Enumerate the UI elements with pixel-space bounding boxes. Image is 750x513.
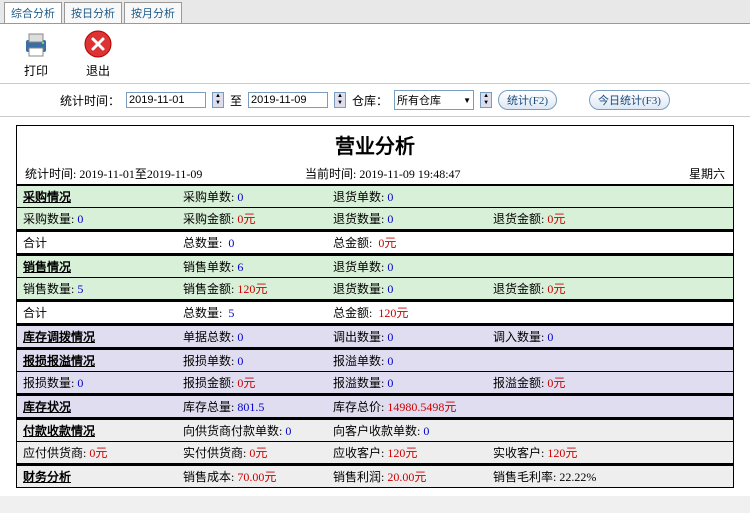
warehouse-select[interactable]: 所有仓库 ▼ bbox=[394, 90, 474, 110]
stat-time-label: 统计时间： bbox=[60, 92, 120, 109]
finance-row: 财务分析 销售成本: 70.00元 销售利润: 20.00元 销售毛利率: 22… bbox=[17, 464, 733, 487]
report: 营业分析 统计时间: 2019-11-01至2019-11-09 当前时间: 2… bbox=[16, 125, 734, 488]
meta-weekday: 星期六 bbox=[665, 165, 725, 182]
stock-header: 库存状况 bbox=[17, 396, 177, 417]
date-from-spinner[interactable]: ▲▼ bbox=[212, 92, 224, 108]
purchase-header: 采购情况 bbox=[17, 186, 177, 207]
warehouse-value: 所有仓库 bbox=[397, 92, 441, 108]
transfer-row: 库存调拨情况 单据总数: 0 调出数量: 0 调入数量: 0 bbox=[17, 324, 733, 348]
print-button[interactable]: 打印 bbox=[20, 28, 52, 79]
purchase-total: 合计 总数量: 0 总金额: 0元 bbox=[17, 230, 733, 254]
tab-bar: 综合分析 按日分析 按月分析 bbox=[0, 0, 750, 24]
lossgain-row1: 报损报溢情况 报损单数: 0 报溢单数: 0 bbox=[17, 348, 733, 372]
lossgain-header: 报损报溢情况 bbox=[17, 350, 177, 371]
toolbar: 打印 退出 bbox=[0, 24, 750, 84]
exit-label: 退出 bbox=[86, 62, 110, 79]
date-to-input[interactable] bbox=[248, 92, 328, 108]
tab-by-month[interactable]: 按月分析 bbox=[124, 2, 182, 23]
payment-row1: 付款收款情况 向供货商付款单数: 0 向客户收款单数: 0 bbox=[17, 418, 733, 442]
close-icon bbox=[82, 28, 114, 60]
lossgain-row2: 报损数量: 0 报损金额: 0元 报溢数量: 0 报溢金额: 0元 bbox=[17, 372, 733, 394]
sales-total: 合计 总数量: 5 总金额: 120元 bbox=[17, 300, 733, 324]
warehouse-spinner[interactable]: ▲▼ bbox=[480, 92, 492, 108]
sales-header: 销售情况 bbox=[17, 256, 177, 277]
date-from-input[interactable] bbox=[126, 92, 206, 108]
payment-header: 付款收款情况 bbox=[17, 420, 177, 441]
transfer-header: 库存调拨情况 bbox=[17, 326, 177, 347]
meta-current-time: 当前时间: 2019-11-09 19:48:47 bbox=[305, 165, 665, 182]
date-to-spinner[interactable]: ▲▼ bbox=[334, 92, 346, 108]
warehouse-label: 仓库： bbox=[352, 92, 388, 109]
purchase-row2: 采购数量: 0 采购金额: 0元 退货数量: 0 退货金额: 0元 bbox=[17, 208, 733, 230]
tab-comprehensive[interactable]: 综合分析 bbox=[4, 2, 62, 23]
today-stat-button[interactable]: 今日统计(F3) bbox=[589, 90, 670, 110]
payment-row2: 应付供货商: 0元 实付供货商: 0元 应收客户: 120元 实收客户: 120… bbox=[17, 442, 733, 464]
tab-by-day[interactable]: 按日分析 bbox=[64, 2, 122, 23]
printer-icon bbox=[20, 28, 52, 60]
sales-row1: 销售情况 销售单数: 6 退货单数: 0 bbox=[17, 254, 733, 278]
sales-row2: 销售数量: 5 销售金额: 120元 退货数量: 0 退货金额: 0元 bbox=[17, 278, 733, 300]
purchase-row1: 采购情况 采购单数: 0 退货单数: 0 bbox=[17, 186, 733, 208]
meta-row: 统计时间: 2019-11-01至2019-11-09 当前时间: 2019-1… bbox=[17, 163, 733, 186]
report-area: 营业分析 统计时间: 2019-11-01至2019-11-09 当前时间: 2… bbox=[0, 117, 750, 496]
exit-button[interactable]: 退出 bbox=[82, 28, 114, 79]
print-label: 打印 bbox=[24, 62, 48, 79]
to-label: 至 bbox=[230, 92, 242, 109]
stock-row: 库存状况 库存总量: 801.5 库存总价: 14980.5498元 bbox=[17, 394, 733, 418]
finance-header: 财务分析 bbox=[17, 466, 177, 487]
report-title: 营业分析 bbox=[17, 126, 733, 163]
meta-stat-time: 统计时间: 2019-11-01至2019-11-09 bbox=[25, 165, 305, 182]
stat-button[interactable]: 统计(F2) bbox=[498, 90, 557, 110]
chevron-down-icon: ▼ bbox=[463, 96, 471, 105]
filter-bar: 统计时间： ▲▼ 至 ▲▼ 仓库： 所有仓库 ▼ ▲▼ 统计(F2) 今日统计(… bbox=[0, 84, 750, 117]
